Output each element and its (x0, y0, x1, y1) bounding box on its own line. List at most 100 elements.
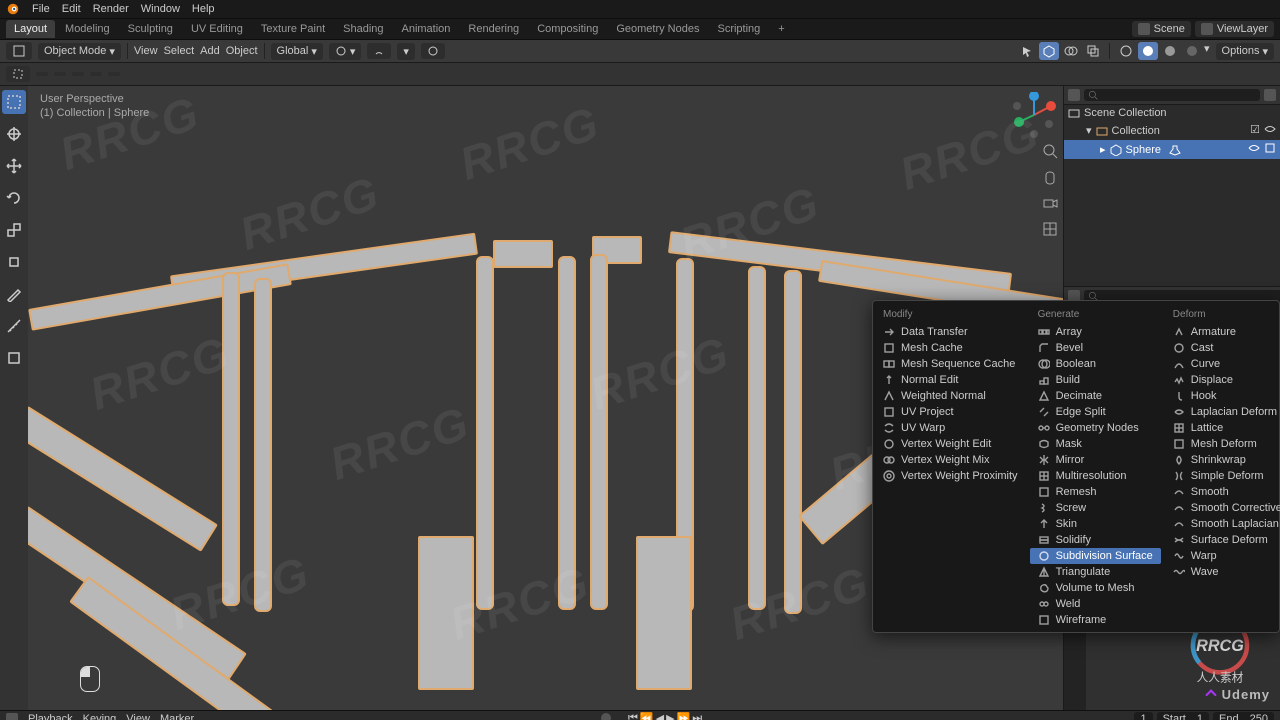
timeline-icon[interactable] (6, 713, 18, 720)
outliner-item-sphere[interactable]: ▸ Sphere (1064, 140, 1280, 159)
camera-view-icon[interactable] (1041, 194, 1059, 212)
tool-measure[interactable] (2, 314, 26, 338)
menu-select[interactable]: Select (164, 45, 195, 57)
dd-mask[interactable]: Mask (1030, 436, 1161, 452)
menu-render[interactable]: Render (93, 3, 129, 15)
dd-uv-warp[interactable]: UV Warp (875, 420, 1026, 436)
chevron-down-icon[interactable]: ▾ (1086, 124, 1092, 137)
jump-start-icon[interactable]: ⏮ (628, 712, 638, 720)
select-mode-intersect[interactable] (108, 72, 120, 76)
dd-build[interactable]: Build (1030, 372, 1161, 388)
dd-solidify[interactable]: Solidify (1030, 532, 1161, 548)
menu-object[interactable]: Object (226, 45, 258, 57)
overlays-toggle[interactable] (1061, 42, 1081, 60)
scene-field[interactable]: Scene (1132, 21, 1191, 37)
tab-shading[interactable]: Shading (335, 20, 391, 38)
dd-smooth-laplacian[interactable]: Smooth Laplacian (1165, 516, 1280, 532)
select-mode-extend[interactable] (54, 72, 66, 76)
select-mode-invert[interactable] (90, 72, 102, 76)
dd-weighted-normal[interactable]: Weighted Normal (875, 388, 1026, 404)
menu-window[interactable]: Window (141, 3, 180, 15)
shading-rendered[interactable] (1182, 42, 1202, 60)
dd-mesh-cache[interactable]: Mesh Cache (875, 340, 1026, 356)
outliner-icon[interactable] (1068, 89, 1080, 101)
dd-triangulate[interactable]: Triangulate (1030, 564, 1161, 580)
dd-geometry-nodes[interactable]: Geometry Nodes (1030, 420, 1161, 436)
dd-screw[interactable]: Screw (1030, 500, 1161, 516)
dd-cast[interactable]: Cast (1165, 340, 1280, 356)
tab-modeling[interactable]: Modeling (57, 20, 118, 38)
dd-remesh[interactable]: Remesh (1030, 484, 1161, 500)
autokey-icon[interactable] (600, 712, 612, 720)
tool-rotate[interactable] (2, 186, 26, 210)
shading-solid[interactable] (1138, 42, 1158, 60)
outliner-scene-collection[interactable]: Scene Collection (1064, 105, 1280, 121)
dd-mirror[interactable]: Mirror (1030, 452, 1161, 468)
start-frame[interactable]: Start 1 (1157, 712, 1209, 720)
dd-array[interactable]: Array (1030, 324, 1161, 340)
perspective-toggle-icon[interactable] (1041, 220, 1059, 238)
eye-icon[interactable] (1264, 123, 1276, 138)
outliner-search[interactable] (1084, 89, 1260, 101)
current-frame[interactable]: 1 (1134, 712, 1152, 720)
dd-volume-to-mesh[interactable]: Volume to Mesh (1030, 580, 1161, 596)
tl-view[interactable]: View (126, 713, 150, 720)
filter-icon[interactable] (1264, 89, 1276, 101)
chevron-right-icon[interactable]: ▸ (1100, 143, 1106, 156)
nav-gizmo[interactable] (1011, 92, 1057, 138)
tool-select-box[interactable] (2, 90, 26, 114)
proportional-edit[interactable] (421, 43, 445, 59)
dd-normal-edit[interactable]: Normal Edit (875, 372, 1026, 388)
tl-keying[interactable]: Keying (83, 713, 117, 720)
dd-multires[interactable]: Multiresolution (1030, 468, 1161, 484)
dd-vweight-prox[interactable]: Vertex Weight Proximity (875, 468, 1026, 484)
disable-icon[interactable] (1264, 142, 1276, 157)
gizmo-toggle[interactable] (1039, 42, 1059, 60)
tool-scale[interactable] (2, 218, 26, 242)
tab-compositing[interactable]: Compositing (529, 20, 606, 38)
snap-type[interactable]: ▾ (397, 43, 415, 60)
chevron-down-icon[interactable]: ▾ (1204, 42, 1210, 60)
menu-file[interactable]: File (32, 3, 50, 15)
dd-mesh-seq-cache[interactable]: Mesh Sequence Cache (875, 356, 1026, 372)
eye-icon[interactable] (1248, 142, 1260, 157)
dd-hook[interactable]: Hook (1165, 388, 1280, 404)
play-rev-icon[interactable]: ◀ (656, 712, 664, 720)
end-frame[interactable]: End 250 (1213, 712, 1274, 720)
prev-key-icon[interactable]: ⏪ (640, 712, 654, 720)
tl-playback[interactable]: Playback (28, 713, 73, 720)
select-mode-set[interactable] (36, 72, 48, 76)
tool-transform[interactable] (2, 250, 26, 274)
tool-move[interactable] (2, 154, 26, 178)
menu-view[interactable]: View (134, 45, 158, 57)
pivot-dropdown[interactable]: ▾ (329, 43, 362, 60)
dd-mesh-deform[interactable]: Mesh Deform (1165, 436, 1280, 452)
tl-marker[interactable]: Marker (160, 713, 194, 720)
dd-shrinkwrap[interactable]: Shrinkwrap (1165, 452, 1280, 468)
next-key-icon[interactable]: ⏩ (677, 712, 691, 720)
editor-type-icon[interactable] (6, 42, 32, 60)
dd-edge-split[interactable]: Edge Split (1030, 404, 1161, 420)
dd-subdivision-surface[interactable]: Subdivision Surface (1030, 548, 1161, 564)
tool-cursor[interactable] (2, 122, 26, 146)
play-icon[interactable]: ▶ (666, 712, 674, 720)
dd-boolean[interactable]: Boolean (1030, 356, 1161, 372)
dd-surface-deform[interactable]: Surface Deform (1165, 532, 1280, 548)
dd-wireframe[interactable]: Wireframe (1030, 612, 1161, 628)
dd-laplacian-deform[interactable]: Laplacian Deform (1165, 404, 1280, 420)
tab-layout[interactable]: Layout (6, 20, 55, 38)
tool-annotate[interactable] (2, 282, 26, 306)
dd-wave[interactable]: Wave (1165, 564, 1280, 580)
checkbox-icon[interactable]: ☑ (1250, 123, 1260, 138)
dd-weld[interactable]: Weld (1030, 596, 1161, 612)
tab-geometry-nodes[interactable]: Geometry Nodes (608, 20, 707, 38)
outliner-collection[interactable]: ▾ Collection ☑ (1064, 121, 1280, 140)
viewlayer-field[interactable]: ViewLayer (1195, 21, 1274, 37)
dd-warp[interactable]: Warp (1165, 548, 1280, 564)
snap-toggle[interactable] (367, 43, 391, 59)
dd-decimate[interactable]: Decimate (1030, 388, 1161, 404)
tool-add-primitive[interactable] (2, 346, 26, 370)
dd-bevel[interactable]: Bevel (1030, 340, 1161, 356)
tab-scripting[interactable]: Scripting (709, 20, 768, 38)
menu-help[interactable]: Help (192, 3, 215, 15)
